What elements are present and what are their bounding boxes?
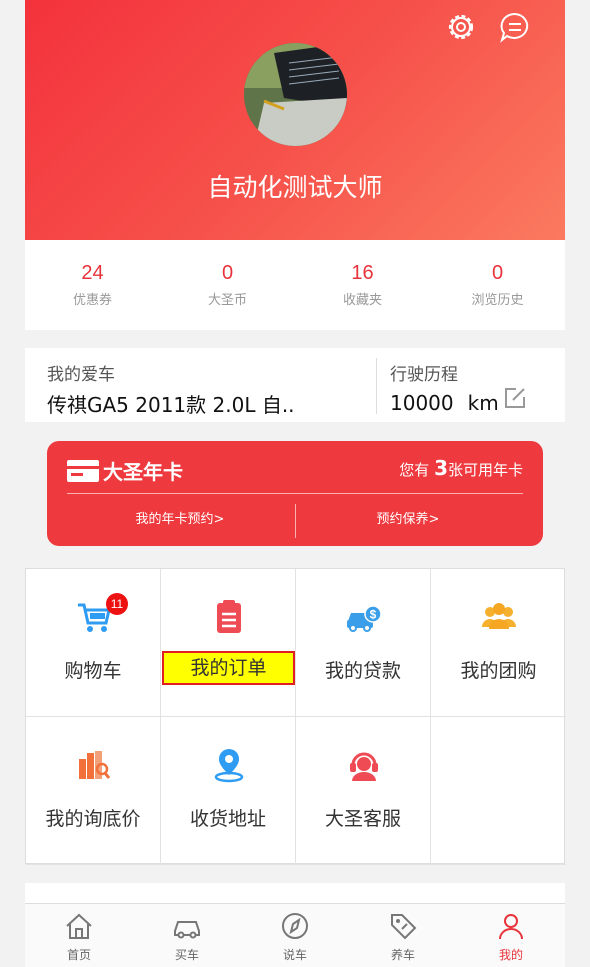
svg-text:$: $ [370,608,377,622]
book-maintenance-link[interactable]: 预约保养> [308,508,508,527]
cart-badge: 11 [106,593,128,615]
stat-coins[interactable]: 0 大圣币 [160,240,295,330]
username: 自动化测试大师 [207,173,383,202]
grid-item-label: 收货地址 [189,808,266,830]
stats-bar: 24 优惠券 0 大圣币 16 收藏夹 0 浏览历史 [25,240,565,330]
stat-value: 0 [221,262,234,284]
location-icon [214,749,244,783]
tab-mine[interactable]: 我的 [457,904,565,967]
stat-value: 0 [491,262,504,284]
gear-icon[interactable] [445,11,477,43]
grid-item-address[interactable]: 收货地址 [161,717,296,865]
message-icon[interactable] [499,11,531,43]
annual-card: 大圣年卡 您有 3张可用年卡 我的年卡预约> 预约保养> [47,441,543,546]
tab-buy-car[interactable]: 买车 [133,904,241,967]
grid-item-customer-service[interactable]: 大圣客服 [296,717,431,865]
tab-label: 买车 [174,948,199,962]
tab-label: 养车 [390,948,415,962]
inquiry-icon [79,751,111,779]
grid-item-label: 我的贷款 [324,660,401,682]
stat-label: 浏览历史 [471,293,524,308]
edit-icon[interactable] [503,386,527,410]
tab-talk-car[interactable]: 说车 [241,904,349,967]
grid-item-inquiry[interactable]: 我的询底价 [26,717,161,865]
compass-icon [282,913,308,939]
loan-icon: $ [347,605,382,632]
grid-item-group-buy[interactable]: 我的团购 [431,569,566,717]
profile-header: 自动化测试大师 [25,0,565,240]
car-icon [174,921,200,939]
grid-item-empty [431,717,566,865]
stat-label: 大圣币 [207,293,247,308]
grid-item-cart[interactable]: 11 购物车 [26,569,161,717]
tab-maintain-car[interactable]: 养车 [349,904,457,967]
tab-label: 我的 [498,948,523,962]
stat-value: 16 [351,262,374,284]
my-car-info[interactable]: 我的爱车 传祺GA5 2011款 2.0L 自.. [47,360,295,418]
mileage-info: 行驶历程 10000 km [390,360,499,415]
tab-home[interactable]: 首页 [25,904,133,967]
grid-item-label: 购物车 [64,660,122,682]
grid-item-label: 大圣客服 [324,808,401,830]
bottom-tab-bar: 首页 买车 说车 养车 我的 [25,903,565,967]
car-model: 传祺GA5 2011款 2.0L 自.. [47,393,295,417]
divider [67,493,523,494]
group-icon [482,603,516,629]
avatar[interactable] [244,43,347,146]
grid-item-loans[interactable]: $ 我的贷款 [296,569,431,717]
annual-card-count: 您有 3张可用年卡 [399,456,523,480]
my-car-panel: 我的爱车 传祺GA5 2011款 2.0L 自.. 行驶历程 10000 km [25,348,565,422]
annual-card-logo: 大圣年卡 [67,456,183,485]
stat-favorites[interactable]: 16 收藏夹 [295,240,430,330]
my-car-label: 我的爱车 [47,365,115,385]
card-icon [67,459,99,482]
grid-item-label: 我的订单 [190,657,267,679]
my-annual-card-link[interactable]: 我的年卡预约> [80,508,280,527]
user-icon [499,914,523,940]
stat-label: 收藏夹 [342,293,382,308]
stat-coupons[interactable]: 24 优惠券 [25,240,160,330]
highlight-box: 我的订单 [162,651,295,685]
service-icon [350,752,378,781]
stat-history[interactable]: 0 浏览历史 [430,240,565,330]
feature-grid: 11 购物车 我的订单 $ 我的贷款 我的团购 我的询底价 收货地址 大圣客服 [25,568,566,865]
tag-icon [391,914,417,940]
home-icon [66,913,92,939]
grid-item-label: 我的团购 [460,660,537,682]
grid-item-orders[interactable]: 我的订单 [161,569,296,717]
stat-value: 24 [81,262,104,284]
grid-item-label: 我的询底价 [45,808,141,830]
divider [376,358,377,414]
stat-label: 优惠券 [72,293,112,308]
mileage-value: 10000 [390,391,454,415]
annual-card-title: 大圣年卡 [103,460,183,484]
mileage-unit: km [467,391,499,415]
divider [295,504,296,538]
tab-label: 首页 [66,948,91,962]
tab-label: 说车 [282,948,307,962]
order-icon [217,600,241,633]
mileage-label: 行驶历程 [390,365,458,385]
